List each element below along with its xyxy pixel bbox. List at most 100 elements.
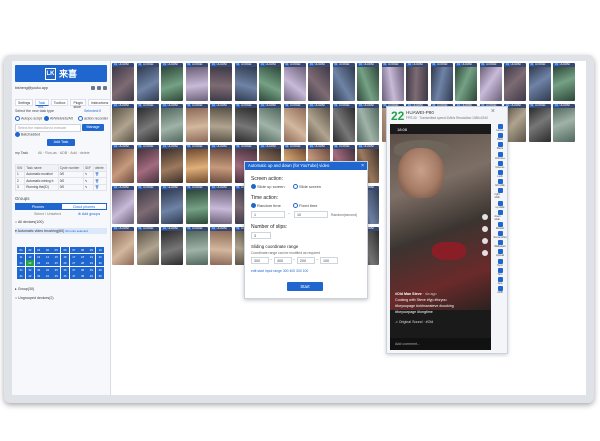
add-groups-link[interactable]: ⊕ Add groups [78, 212, 100, 216]
device-thumbnail[interactable]: 01 HUAWEI [332, 104, 355, 142]
device-chip[interactable]: 40 [96, 266, 105, 273]
phone-screen[interactable]: 18:08 #Old Man Steve · 4w ago Cooking wi… [390, 124, 491, 350]
device-chip[interactable]: 35 [52, 266, 61, 273]
device-chip[interactable]: 42 [25, 273, 34, 280]
device-chip[interactable]: 23 [34, 260, 43, 267]
device-chip[interactable]: 25 [52, 260, 61, 267]
slide-up-option[interactable]: Slide up screen [251, 184, 285, 190]
device-thumbnail[interactable]: 01 HUAWEI [210, 227, 232, 265]
comment-bar[interactable]: Add comment... [390, 338, 491, 350]
tab-toolbox[interactable]: Toolbox [50, 99, 69, 106]
tool-restart-button[interactable]: Restart [495, 221, 506, 230]
tool-down-slide-button[interactable]: down slide [495, 209, 506, 221]
tool-app-button[interactable]: App [495, 277, 506, 285]
device-thumbnail[interactable]: 01 HUAWEI [161, 186, 183, 224]
device-chip[interactable]: 27 [69, 260, 78, 267]
device-thumbnail[interactable]: 01 HUAWEI [357, 63, 379, 101]
device-thumbnail[interactable]: 01 HUAWEI [259, 104, 281, 142]
device-thumbnail[interactable]: 01 HUAWEI [234, 63, 257, 101]
avatar-icon[interactable] [482, 214, 488, 220]
comment-icon[interactable] [482, 238, 488, 244]
device-chip[interactable]: 17 [69, 253, 78, 260]
device-chip[interactable]: 36 [60, 266, 70, 273]
device-chip[interactable]: 19 [87, 253, 96, 260]
device-chip[interactable]: 41 [17, 273, 26, 280]
device-chip[interactable]: 31 [17, 266, 26, 273]
slips-input[interactable]: 3 [251, 232, 271, 239]
logout-icon[interactable] [103, 86, 107, 90]
device-chip[interactable]: 50 [96, 273, 105, 280]
device-thumbnail[interactable]: 01 HUAWEI [308, 63, 330, 101]
random-time-option[interactable]: Random time [251, 203, 281, 209]
device-thumbnail[interactable]: 01 HUAWEI [332, 63, 355, 101]
group-auto-video[interactable]: ▾ Automatic video brushing(60) 60 units … [15, 228, 107, 234]
instruction-select[interactable]: Select the instruction to execute [15, 124, 81, 132]
device-chip[interactable]: 05 [52, 247, 61, 253]
device-thumbnail[interactable]: 01 HUAWEI [259, 63, 281, 101]
device-chip[interactable]: 07 [69, 247, 78, 253]
device-chip[interactable]: 22 [25, 260, 34, 267]
tool-wallpaper-button[interactable]: Wallpaper [494, 240, 506, 248]
device-thumbnail[interactable]: 01 HUAWEI [112, 186, 134, 224]
coord-y1-input[interactable]: 400 [274, 257, 292, 264]
device-chip[interactable]: 09 [87, 247, 96, 253]
tool-right-slide-button[interactable]: right slide [495, 188, 506, 199]
task-type-1[interactable]: Autopo script [15, 116, 42, 121]
tab-task-management[interactable]: Task ma... [35, 99, 49, 109]
device-thumbnail[interactable]: 01 HUAWEI [161, 63, 183, 101]
device-chip[interactable]: 16 [60, 253, 70, 260]
device-chip[interactable]: 03 [34, 247, 43, 253]
tab-phones[interactable]: Phones [15, 203, 61, 210]
device-chip[interactable]: 20 [96, 253, 105, 260]
device-thumbnail[interactable]: 01 HUAWEI [283, 63, 306, 101]
device-thumbnail[interactable]: 01 HUAWEI [234, 104, 257, 142]
close-icon[interactable]: × [361, 162, 364, 170]
tab-settings[interactable]: Settings [15, 99, 34, 106]
device-thumbnail[interactable]: 01 HUAWEI [553, 63, 575, 101]
device-thumbnail[interactable]: 01 HUAWEI [112, 104, 134, 142]
edit-icon[interactable]: ✎ [82, 183, 94, 191]
device-thumbnail[interactable]: 01 HUAWEI [357, 104, 379, 142]
task-type-2[interactable]: AI/Web/etc/Alt [44, 116, 73, 121]
manage-button[interactable]: Manage [82, 123, 104, 131]
tool-sync-button[interactable]: Sync [495, 258, 506, 267]
tab-cloud-phones[interactable]: Cloud phones [61, 203, 107, 210]
device-chip[interactable]: 08 [78, 247, 87, 253]
device-thumbnail[interactable]: 01 HUAWEI [479, 63, 502, 101]
refresh-icon[interactable] [97, 86, 101, 90]
settings-icon[interactable] [91, 86, 95, 90]
device-thumbnail[interactable]: 01 HUAWEI [112, 63, 134, 101]
device-thumbnail[interactable]: 01 HUAWEI [136, 186, 159, 224]
share-icon[interactable] [482, 250, 488, 256]
tool-back-button[interactable]: Back [495, 133, 506, 141]
device-thumbnail[interactable]: 01 HUAWEI [553, 104, 575, 142]
device-chip[interactable]: 32 [25, 266, 34, 273]
device-chip[interactable]: 34 [43, 266, 52, 273]
device-thumbnail[interactable]: 01 HUAWEI [185, 186, 208, 224]
tool-home-button[interactable]: Home [495, 124, 506, 132]
device-chip[interactable]: 13 [34, 253, 43, 260]
device-thumbnail[interactable]: 01 HUAWEI [185, 104, 208, 142]
device-chip[interactable]: 21 [17, 260, 26, 267]
tool-left-slide-button[interactable]: left slide [495, 179, 506, 187]
device-chip[interactable]: 26 [60, 260, 70, 267]
task-type-3[interactable]: action recorder [78, 116, 108, 121]
tool-text-button[interactable]: Text [495, 267, 506, 276]
time-min-input[interactable]: 1 [251, 211, 285, 218]
device-thumbnail[interactable]: 01 HUAWEI [136, 145, 159, 183]
device-chip[interactable]: 38 [78, 266, 87, 273]
device-thumbnail[interactable]: 01 HUAWEI [528, 63, 551, 101]
time-max-input[interactable]: 10 [294, 211, 328, 218]
device-thumbnail[interactable]: 01 HUAWEI [136, 104, 159, 142]
slide-screen-option[interactable]: Slide screen [293, 184, 321, 190]
device-chip[interactable]: 01 [17, 247, 26, 253]
device-thumbnail[interactable]: 01 HUAWEI [210, 186, 232, 224]
device-thumbnail[interactable]: 01 HUAWEI [381, 63, 404, 101]
device-thumbnail[interactable]: 01 HUAWEI [430, 63, 453, 101]
tool-volume--button[interactable]: Volume+ [495, 151, 506, 160]
tab-instructions[interactable]: Instructions [87, 99, 112, 106]
device-chip[interactable]: 46 [60, 273, 70, 280]
delete-icon[interactable]: 🗑 [92, 183, 108, 191]
device-chip[interactable]: 43 [34, 273, 43, 280]
device-chip[interactable]: 24 [43, 260, 52, 267]
